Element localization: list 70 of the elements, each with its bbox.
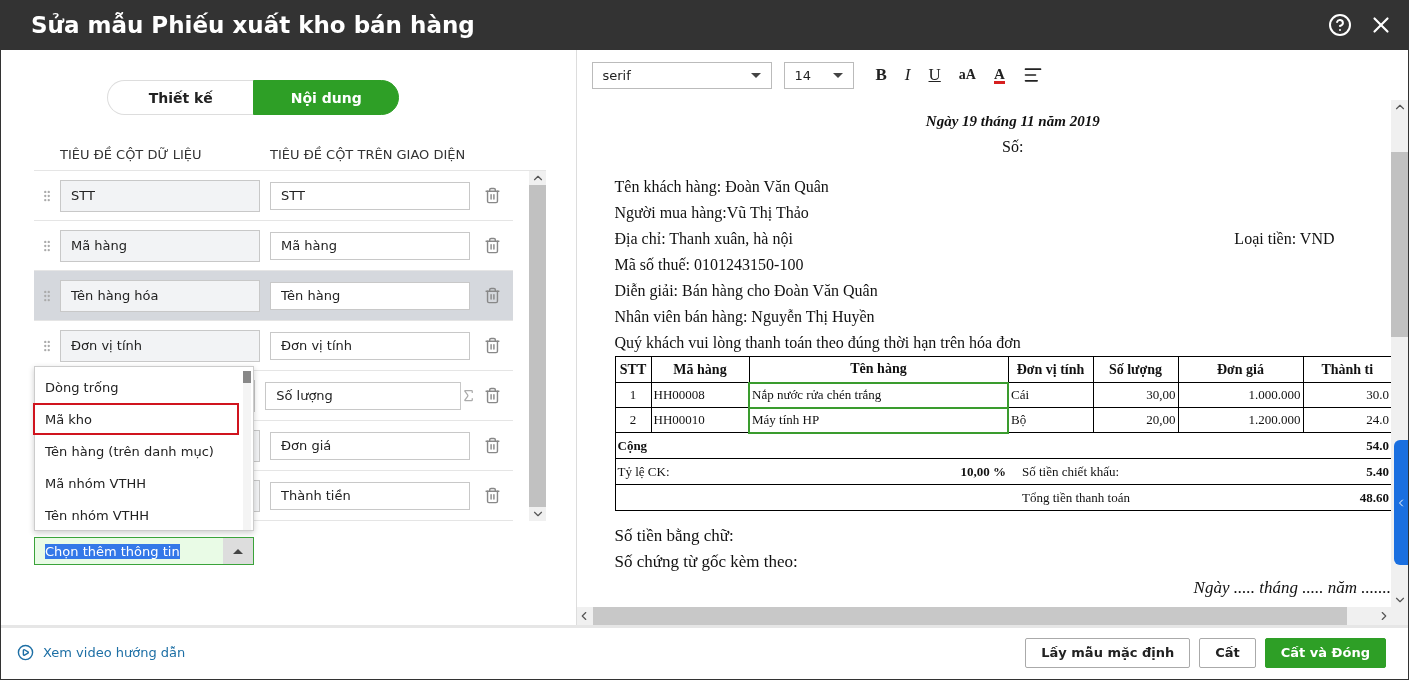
- signature-date: Ngày ..... tháng ..... năm .......: [1192, 577, 1391, 599]
- document-number: Số:: [1001, 137, 1025, 157]
- table-header: Tên hàng: [749, 356, 1008, 383]
- column-row[interactable]: Mã hàng Mã hàng: [34, 221, 513, 271]
- format-button[interactable]: U: [928, 65, 941, 85]
- document-line: Số tiền bằng chữ:: [614, 525, 735, 547]
- format-button[interactable]: I: [904, 65, 911, 85]
- table-cell: 2: [615, 407, 651, 433]
- total-label: Cộng: [615, 432, 1303, 459]
- column-row[interactable]: Đơn vị tính Đơn vị tính: [34, 321, 513, 371]
- format-button[interactable]: B: [875, 65, 887, 85]
- title-input[interactable]: STT: [270, 181, 470, 210]
- document-date: Ngày 19 tháng 11 năm 2019: [924, 112, 1101, 131]
- document-line: Số chứng từ gốc kèm theo:: [614, 551, 799, 573]
- title-input[interactable]: Đơn vị tính: [270, 331, 470, 360]
- table-cell: 1.000.000: [1178, 382, 1303, 408]
- table-cell: 20,00: [1093, 407, 1178, 433]
- table-header: Số lượng: [1093, 356, 1178, 383]
- info-line: Địa chỉ: Thanh xuân, hà nội: [614, 229, 793, 249]
- discount-rate-label: Tỷ lệ CK:: [615, 458, 749, 485]
- table-cell: Bộ: [1008, 407, 1093, 433]
- table-header: STT: [615, 356, 651, 383]
- discount-amount: 5.40: [1303, 458, 1391, 485]
- data-field: Đơn vị tính: [60, 329, 260, 362]
- column-row[interactable]: STT STT: [34, 171, 513, 221]
- table-header: Đơn vị tính: [1008, 356, 1093, 383]
- info-line: Nhân viên bán hàng: Nguyễn Thị Huyền: [614, 307, 875, 328]
- grand-total-label: Tổng tiền thanh toán: [1008, 484, 1303, 511]
- dropdown-option[interactable]: Dòng trống: [33, 371, 239, 403]
- size-select[interactable]: 14: [783, 61, 854, 89]
- format-button[interactable]: aA: [958, 67, 976, 83]
- discount-amount-label: Số tiền chiết khấu:: [1008, 458, 1303, 485]
- dropdown-option[interactable]: Mã kho: [33, 403, 239, 435]
- data-field: Mã hàng: [60, 229, 260, 262]
- table-cell: 30,00: [1093, 382, 1178, 408]
- grand-total: 48.60: [1303, 484, 1391, 511]
- info-line: Diễn giải: Bán hàng cho Đoàn Văn Quân: [614, 281, 878, 302]
- table-cell: 1.200.000: [1178, 407, 1303, 433]
- footer-button[interactable]: Lấy mẫu mặc định: [1025, 637, 1191, 668]
- currency-text: Loại tiền: VND: [1234, 229, 1335, 249]
- data-field: STT: [60, 179, 260, 212]
- format-button[interactable]: A: [993, 66, 1005, 84]
- table-cell: 1: [615, 382, 651, 408]
- table-header: Đơn giá: [1178, 356, 1303, 383]
- info-line: Người mua hàng:Vũ Thị Thảo: [614, 203, 809, 224]
- add-info-combobox[interactable]: Chọn thêm thông tin: [34, 537, 254, 565]
- column-header: TIÊU ĐỀ CỘT TRÊN GIAO DIỆN: [270, 147, 467, 162]
- table-cell: Nắp nước rửa chén trắng: [749, 382, 1008, 408]
- title-input[interactable]: Tên hàng: [270, 281, 470, 310]
- info-line: Tên khách hàng: Đoàn Văn Quân: [614, 177, 829, 198]
- dropdown-option[interactable]: Tên hàng (trên danh mục): [33, 435, 239, 467]
- table-header: Mã hàng: [651, 356, 749, 383]
- font-select[interactable]: serif: [591, 61, 772, 89]
- mode-tab[interactable]: Thiết kế: [107, 80, 254, 115]
- total-value: 54.0: [1303, 432, 1391, 459]
- info-line: Mã số thuế: 0101243150-100: [614, 255, 804, 275]
- table-cell: Máy tính HP: [749, 407, 1008, 433]
- data-field: Tên hàng hóa: [60, 279, 260, 312]
- footer-button[interactable]: Cất: [1199, 637, 1256, 668]
- table-cell: Cái: [1008, 382, 1093, 408]
- title-input[interactable]: Mã hàng: [270, 231, 470, 260]
- info-line: Quý khách vui lòng thanh toán theo đúng thời hạn trên hóa đơn: [614, 333, 1021, 354]
- discount-rate: 10,00 %: [749, 458, 1008, 485]
- title-input[interactable]: Thành tiền: [270, 481, 470, 510]
- title-input[interactable]: Số lượng: [265, 381, 461, 410]
- window-title: Sửa mẫu Phiếu xuất kho bán hàng: [31, 12, 476, 38]
- title-input[interactable]: Đơn giá: [270, 431, 470, 460]
- column-row[interactable]: Tên hàng hóa Tên hàng: [34, 271, 513, 321]
- video-guide-text[interactable]: Xem video hướng dẫn: [43, 645, 186, 660]
- column-header: TIÊU ĐỀ CỘT DỮ LIỆU: [60, 147, 203, 162]
